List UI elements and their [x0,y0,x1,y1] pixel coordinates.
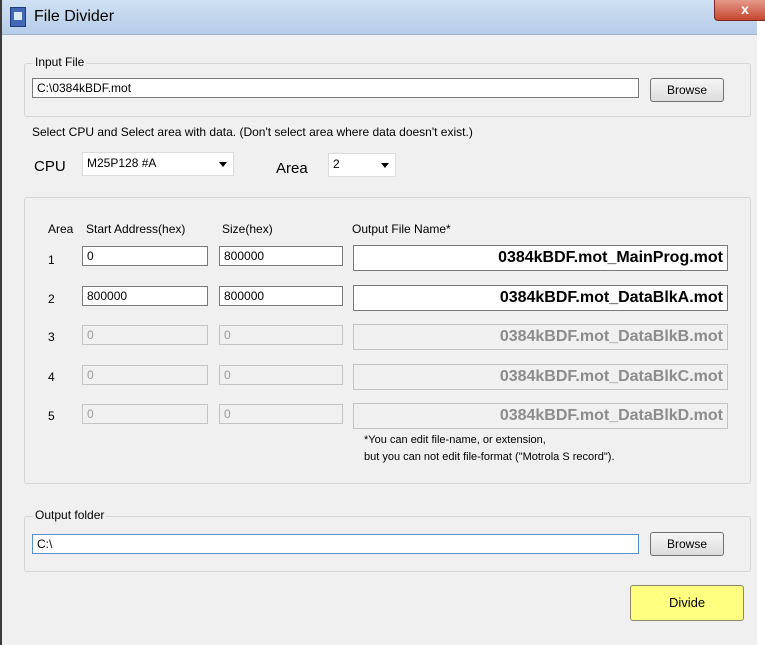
note-line-1: *You can edit file-name, or extension, [364,434,546,446]
app-icon [10,7,26,27]
window-title: File Divider [34,8,115,25]
input-file-path-field[interactable]: C:\0384kBDF.mot [32,78,639,98]
cpu-select-value: M25P128 #A [87,156,157,170]
input-file-legend: Input File [33,55,87,69]
row-5-start-address-field: 0 [82,404,208,424]
header-size: Size(hex) [222,222,273,236]
file-divider-window: File Divider x Input File C:\0384kBDF.mo… [0,0,765,645]
title-bar: File Divider [2,0,757,35]
row-2-area: 2 [48,292,55,306]
row-4-size-field: 0 [219,365,343,385]
row-5-output-file-field: 0384kBDF.mot_DataBlkD.mot [353,403,728,429]
row-5-size-field: 0 [219,404,343,424]
close-button[interactable]: x [714,0,765,21]
row-3-output-file-field: 0384kBDF.mot_DataBlkB.mot [353,324,728,350]
output-folder-path-field[interactable]: C:\ [32,534,639,554]
row-4-start-address-field: 0 [82,365,208,385]
row-3-area: 3 [48,330,55,344]
note-line-2: but you can not edit file-format ("Motro… [364,451,615,463]
row-2-size-field[interactable]: 800000 [219,286,343,306]
row-1-area: 1 [48,253,55,267]
chevron-down-icon [219,162,227,167]
cpu-select[interactable]: M25P128 #A [82,152,234,176]
chevron-down-icon [381,163,389,168]
area-select[interactable]: 2 [328,153,396,177]
output-folder-legend: Output folder [33,508,107,522]
divide-button[interactable]: Divide [630,585,744,621]
output-browse-button[interactable]: Browse [650,532,724,556]
row-2-output-file-field[interactable]: 0384kBDF.mot_DataBlkA.mot [353,285,728,311]
row-1-start-address-field[interactable]: 0 [82,246,208,266]
row-5-area: 5 [48,409,55,423]
row-4-area: 4 [48,370,55,384]
row-3-size-field: 0 [219,325,343,345]
instruction-text: Select CPU and Select area with data. (D… [32,125,473,139]
area-select-value: 2 [333,157,340,171]
row-4-output-file-field: 0384kBDF.mot_DataBlkC.mot [353,364,728,390]
header-output-file-name: Output File Name* [352,222,451,236]
row-1-size-field[interactable]: 800000 [219,246,343,266]
header-start-address: Start Address(hex) [86,222,186,236]
row-1-output-file-field[interactable]: 0384kBDF.mot_MainProg.mot [353,245,728,271]
header-area: Area [48,222,74,236]
cpu-label: CPU [34,158,66,175]
row-2-start-address-field[interactable]: 800000 [82,286,208,306]
area-label: Area [276,160,308,177]
row-3-start-address-field: 0 [82,325,208,345]
input-browse-button[interactable]: Browse [650,78,724,102]
